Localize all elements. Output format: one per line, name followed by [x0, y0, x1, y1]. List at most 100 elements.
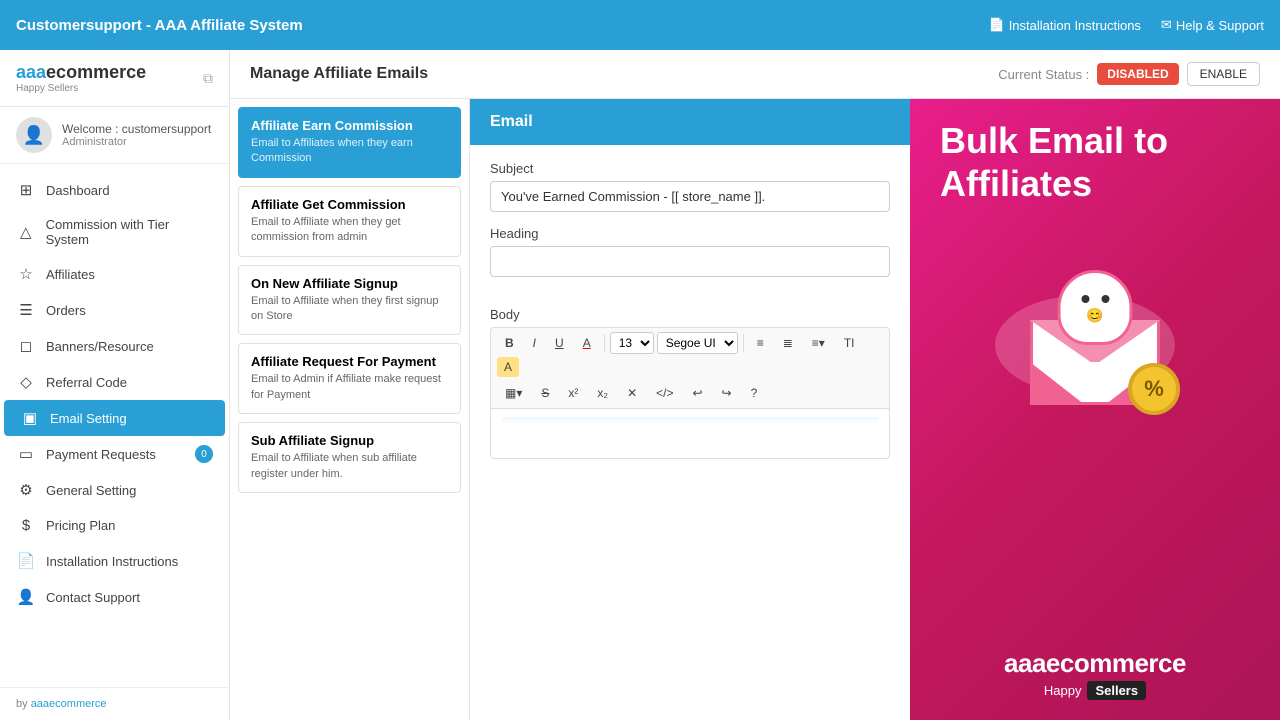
page-title: Manage Affiliate Emails — [250, 65, 428, 83]
footer-brand-link[interactable]: aaaecommerce — [31, 698, 107, 710]
help-button[interactable]: ? — [743, 382, 766, 404]
help-link[interactable]: ✉ Help & Support — [1161, 17, 1264, 33]
support-icon: 👤 — [16, 588, 36, 606]
promo-happy-text: Happy — [1044, 683, 1082, 698]
superscript-button[interactable]: x² — [560, 382, 586, 404]
sidebar-logo: aaaecommerce Happy Sellers ⧉ — [0, 50, 229, 107]
sidebar-item-banners[interactable]: ◻ Banners/Resource — [0, 328, 229, 364]
email-editor-panel: Email Subject Heading Body B I U — [470, 99, 910, 720]
status-area: Current Status : DISABLED ENABLE — [998, 62, 1260, 86]
highlight-button[interactable]: A — [497, 357, 519, 377]
sidebar-item-installation[interactable]: 📄 Installation Instructions — [0, 543, 229, 579]
sidebar-item-dashboard[interactable]: ⊞ Dashboard — [0, 172, 229, 208]
card-title: Affiliate Request For Payment — [251, 354, 448, 369]
heading-input[interactable] — [490, 246, 890, 277]
undo-button[interactable]: ↩ — [684, 382, 710, 404]
general-icon: ⚙ — [16, 481, 36, 499]
font-family-select[interactable]: Segoe UI Arial — [657, 332, 738, 354]
promo-logo-area: aaaecommerce Happy Sellers — [1004, 648, 1186, 700]
email-list-panel: Affiliate Earn Commission Email to Affil… — [230, 99, 470, 720]
avatar: 👤 — [16, 117, 52, 153]
footer-prefix: by — [16, 698, 28, 710]
sidebar-item-referral[interactable]: ◇ Referral Code — [0, 364, 229, 400]
subscript-button[interactable]: x₂ — [589, 382, 616, 404]
card-title: On New Affiliate Signup — [251, 276, 448, 291]
sidebar-menu: ⊞ Dashboard △ Commission with Tier Syste… — [0, 164, 229, 687]
italic-button[interactable]: I — [525, 332, 544, 354]
font-size-select[interactable]: 13 14 16 — [610, 332, 654, 354]
email-card-get[interactable]: Affiliate Get Commission Email to Affili… — [238, 186, 461, 257]
promo-logo-text: aaaecommerce — [1004, 648, 1186, 678]
sidebar-item-affiliates[interactable]: ☆ Affiliates — [0, 256, 229, 292]
email-icon: ▣ — [20, 409, 40, 427]
sidebar-item-commission[interactable]: △ Commission with Tier System — [0, 208, 229, 256]
remove-format-button[interactable]: ✕ — [619, 382, 645, 404]
editor-fields: Subject Heading — [470, 145, 910, 307]
promo-headline: Bulk Email toAffiliates — [930, 119, 1168, 205]
card-title: Sub Affiliate Signup — [251, 433, 448, 448]
main-wrapper: aaaecommerce Happy Sellers ⧉ 👤 Welcome :… — [0, 50, 1280, 720]
install-icon: 📄 — [16, 552, 36, 570]
code-button[interactable]: </> — [648, 382, 681, 404]
sidebar-item-general[interactable]: ⚙ General Setting — [0, 472, 229, 508]
mail-icon: ✉ — [1161, 17, 1172, 33]
sidebar-footer: by aaaecommerce — [0, 687, 229, 720]
dashboard-icon: ⊞ — [16, 181, 36, 199]
promo-sellers-badge: Sellers — [1087, 681, 1146, 700]
status-label: Current Status : — [998, 67, 1089, 82]
promo-panel: Bulk Email toAffiliates — [910, 99, 1280, 720]
align-button[interactable]: ≡▾ — [804, 332, 833, 354]
toolbar-separator-2 — [743, 334, 744, 352]
editor-header: Email — [470, 99, 910, 145]
card-desc: Email to Affiliate when sub affiliate re… — [251, 451, 448, 482]
email-illustration: 😊 % — [985, 225, 1205, 425]
numbered-list-button[interactable]: ≣ — [775, 332, 801, 354]
email-card-subaffiliate[interactable]: Sub Affiliate Signup Email to Affiliate … — [238, 422, 461, 493]
body-label: Body — [470, 307, 910, 322]
text-direction-button[interactable]: TI — [836, 332, 863, 354]
top-navigation: Customersupport - AAA Affiliate System 📄… — [0, 0, 1280, 50]
user-role: Administrator — [62, 136, 211, 148]
email-card-payment[interactable]: Affiliate Request For Payment Email to A… — [238, 343, 461, 414]
coin-badge: % — [1128, 363, 1180, 415]
strikethrough-button[interactable]: S — [533, 382, 557, 404]
subject-label: Subject — [490, 161, 890, 176]
card-title: Affiliate Get Commission — [251, 197, 448, 212]
card-desc: Email to Admin if Affiliate make request… — [251, 372, 448, 403]
card-desc: Email to Affiliates when they earn Commi… — [251, 136, 448, 167]
banners-icon: ◻ — [16, 337, 36, 355]
subject-input[interactable] — [490, 181, 890, 212]
editor-toolbar: B I U A 13 14 16 Segoe UI Arial ≡ — [490, 327, 890, 409]
document-icon: 📄 — [989, 17, 1005, 33]
subject-field-group: Subject — [490, 161, 890, 212]
sidebar-item-support[interactable]: 👤 Contact Support — [0, 579, 229, 615]
installation-link[interactable]: 📄 Installation Instructions — [989, 17, 1141, 33]
sidebar-item-email[interactable]: ▣ Email Setting — [4, 400, 225, 436]
editor-body-input[interactable] — [490, 409, 890, 459]
bold-button[interactable]: B — [497, 332, 522, 354]
content-header: Manage Affiliate Emails Current Status :… — [230, 50, 1280, 99]
font-color-button[interactable]: A — [575, 332, 599, 354]
top-nav-links: 📄 Installation Instructions ✉ Help & Sup… — [989, 17, 1265, 33]
card-desc: Email to Affiliate when they get commiss… — [251, 215, 448, 246]
redo-button[interactable]: ↪ — [714, 382, 740, 404]
email-card-signup[interactable]: On New Affiliate Signup Email to Affilia… — [238, 265, 461, 336]
status-badge: DISABLED — [1097, 63, 1178, 85]
external-link-icon[interactable]: ⧉ — [203, 70, 213, 87]
sidebar-item-orders[interactable]: ☰ Orders — [0, 292, 229, 328]
heading-label: Heading — [490, 226, 890, 241]
bullet-list-button[interactable]: ≡ — [749, 332, 772, 354]
table-button[interactable]: ▦▾ — [497, 382, 530, 404]
enable-button[interactable]: ENABLE — [1187, 62, 1260, 86]
referral-icon: ◇ — [16, 373, 36, 391]
sidebar-item-payment[interactable]: ▭ Payment Requests 0 — [0, 436, 229, 472]
card-desc: Email to Affiliate when they first signu… — [251, 294, 448, 325]
heading-field-group: Heading — [490, 226, 890, 277]
toolbar-separator — [604, 334, 605, 352]
email-card-earn[interactable]: Affiliate Earn Commission Email to Affil… — [238, 107, 461, 178]
underline-button[interactable]: U — [547, 332, 572, 354]
sidebar-item-pricing[interactable]: $ Pricing Plan — [0, 508, 229, 543]
welcome-text: Welcome : customersupport — [62, 122, 211, 136]
content-body: Affiliate Earn Commission Email to Affil… — [230, 99, 1280, 720]
card-title: Affiliate Earn Commission — [251, 118, 448, 133]
